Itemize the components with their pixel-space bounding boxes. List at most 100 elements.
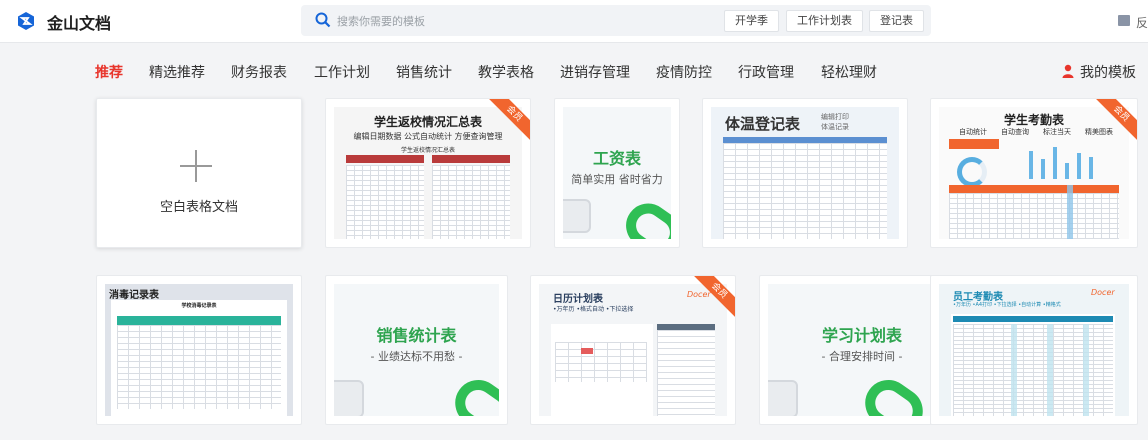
template-thumbnail: 学习计划表 - 合理安排时间 - (768, 284, 956, 416)
template-subtitle: - 合理安排时间 - (821, 350, 903, 363)
search-tag-work-plan[interactable]: 工作计划表 (786, 10, 863, 32)
template-meta-1: 编辑打印 (821, 113, 849, 121)
template-title: 日历计划表 (553, 294, 603, 305)
template-card-calendar-plan[interactable]: 日历计划表 •万年历 •格式自动 •下拉选择 Docer 会员 (530, 275, 736, 425)
template-subtitle: - 业绩达标不用愁 - (370, 350, 463, 363)
highlight-column (1047, 324, 1053, 416)
decor-s-graphic (856, 370, 932, 416)
donut-chart-graphic (957, 157, 987, 187)
template-card-employee-attendance[interactable]: 员工考勤表 Docer •万年历 •A4打印 •下拉选择 •自动计算 •精格式 (930, 275, 1138, 425)
feedback-button[interactable]: 反 (1117, 14, 1148, 31)
docer-logo: Docer (687, 290, 711, 299)
table-grid (953, 324, 1113, 416)
blank-sheet-label: 空白表格文档 (159, 200, 238, 215)
bar-graphic (1053, 147, 1057, 179)
template-card-disinfection[interactable]: 消毒记录表 学校消毒记录表 (96, 275, 302, 425)
user-icon (1062, 64, 1074, 78)
template-subtitle: •万年历 •A4打印 •下拉选择 •自动计算 •精格式 (953, 302, 1061, 308)
bar-graphic (1065, 163, 1069, 179)
wps-logo-icon (18, 12, 34, 30)
bar-graphic (1029, 151, 1033, 179)
feedback-label: 反 (1135, 16, 1148, 30)
feedback-icon (1117, 15, 1130, 26)
template-title: 消毒记录表 (109, 290, 159, 301)
nav-item-sales[interactable]: 销售统计 (396, 62, 452, 82)
calendar-grid (555, 342, 647, 382)
highlight-column (1011, 324, 1017, 416)
template-tag: 精美图表 (1085, 128, 1113, 136)
bar-graphic (1089, 157, 1093, 179)
template-card-student-return[interactable]: 学生返校情况汇总表 编辑日期数据 公式自动统计 方便查询管理 学生返校情况汇总表… (325, 98, 531, 248)
decor-s-graphic (617, 194, 671, 239)
template-card-salary[interactable]: 工资表 简单实用 省时省力 (554, 98, 680, 248)
table-header (953, 316, 1113, 322)
template-thumbnail: 体温登记表 编辑打印 体温记录 (711, 107, 899, 239)
table-header (432, 155, 510, 163)
keyboard-key-graphic (334, 380, 364, 416)
template-inner-title: 学校消毒记录表 (181, 303, 217, 309)
template-title: 销售统计表 (376, 326, 457, 345)
app-title[interactable]: 金山文档 (47, 10, 111, 34)
template-thumbnail: 学生考勤表 自动统计 自动查询 标注当天 精美图表 (939, 107, 1129, 239)
highlight-column (1083, 324, 1089, 416)
keyboard-key-graphic (563, 199, 591, 233)
bar-graphic (1077, 153, 1081, 179)
search-tag-kaixueji[interactable]: 开学季 (724, 10, 779, 32)
template-thumbnail: 消毒记录表 学校消毒记录表 (105, 284, 293, 416)
nav-item-finance-easy[interactable]: 轻松理财 (821, 62, 877, 82)
search-input[interactable]: 搜索你需要的模板 (337, 13, 425, 29)
keyboard-key-graphic (768, 380, 798, 416)
docer-logo: Docer (1091, 288, 1115, 297)
template-title: 学生返校情况汇总表 (373, 115, 482, 129)
template-thumbnail: 员工考勤表 Docer •万年历 •A4打印 •下拉选择 •自动计算 •精格式 (939, 284, 1129, 416)
table-grid (432, 165, 510, 239)
template-title: 学习计划表 (821, 326, 902, 345)
top-bar: 金山文档 搜索你需要的模板 开学季 工作计划表 登记表 反 (0, 0, 1148, 43)
blank-sheet-card[interactable]: 空白表格文档 (96, 98, 302, 248)
search-tag-register[interactable]: 登记表 (869, 10, 924, 32)
bar-graphic (1041, 159, 1045, 179)
today-marker (581, 348, 593, 354)
template-thumbnail: 日历计划表 •万年历 •格式自动 •下拉选择 Docer (539, 284, 727, 416)
plus-icon (180, 150, 212, 182)
template-thumbnail: 学生返校情况汇总表 编辑日期数据 公式自动统计 方便查询管理 学生返校情况汇总表 (334, 107, 522, 239)
template-inner-title: 学生返校情况汇总表 (400, 147, 455, 154)
table-header (949, 139, 999, 149)
template-title: 工资表 (592, 149, 641, 168)
nav-item-finance[interactable]: 财务报表 (231, 62, 287, 82)
my-templates-label: 我的模板 (1080, 65, 1136, 81)
my-templates-link[interactable]: 我的模板 (1062, 62, 1136, 82)
table-header (346, 155, 424, 163)
nav-item-teaching[interactable]: 教学表格 (478, 62, 534, 82)
decor-s-graphic (446, 370, 499, 416)
template-card-sales-stats[interactable]: 销售统计表 - 业绩达标不用愁 - (325, 275, 508, 425)
table-grid (949, 193, 1119, 239)
nav-item-work-plan[interactable]: 工作计划 (314, 62, 370, 82)
nav-item-epidemic[interactable]: 疫情防控 (656, 62, 712, 82)
table-header (949, 185, 1119, 193)
template-thumbnail: 工资表 简单实用 省时省力 (563, 107, 671, 239)
template-title: 学生考勤表 (1003, 113, 1064, 127)
template-tag: 标注当天 (1043, 128, 1071, 136)
search-icon (315, 12, 331, 28)
table-grid (723, 143, 887, 239)
template-meta-2: 体温记录 (821, 123, 849, 131)
template-card-student-attendance[interactable]: 学生考勤表 自动统计 自动查询 标注当天 精美图表 会员 (930, 98, 1138, 248)
template-thumbnail: 销售统计表 - 业绩达标不用愁 - (334, 284, 499, 416)
template-subtitle: 编辑日期数据 公式自动统计 方便查询管理 (353, 132, 503, 141)
nav-item-featured[interactable]: 精选推荐 (149, 62, 205, 82)
template-subtitle: •万年历 •格式自动 •下拉选择 (553, 306, 634, 313)
template-subtitle: 简单实用 省时省力 (571, 173, 663, 186)
template-card-temperature[interactable]: 体温登记表 编辑打印 体温记录 (702, 98, 908, 248)
nav-item-inventory[interactable]: 进销存管理 (560, 62, 630, 82)
template-tag: 自动统计 (959, 128, 987, 136)
table-grid (117, 325, 281, 409)
template-title: 体温登记表 (725, 115, 801, 133)
nav-item-admin[interactable]: 行政管理 (738, 62, 794, 82)
table-grid (657, 330, 715, 416)
category-nav: 推荐 精选推荐 财务报表 工作计划 销售统计 教学表格 进销存管理 疫情防控 行… (0, 60, 1148, 84)
search-box[interactable]: 搜索你需要的模板 开学季 工作计划表 登记表 (301, 5, 931, 36)
nav-item-recommend[interactable]: 推荐 (95, 62, 123, 82)
template-tag: 自动查询 (1001, 128, 1029, 136)
highlight-column (1067, 185, 1073, 239)
